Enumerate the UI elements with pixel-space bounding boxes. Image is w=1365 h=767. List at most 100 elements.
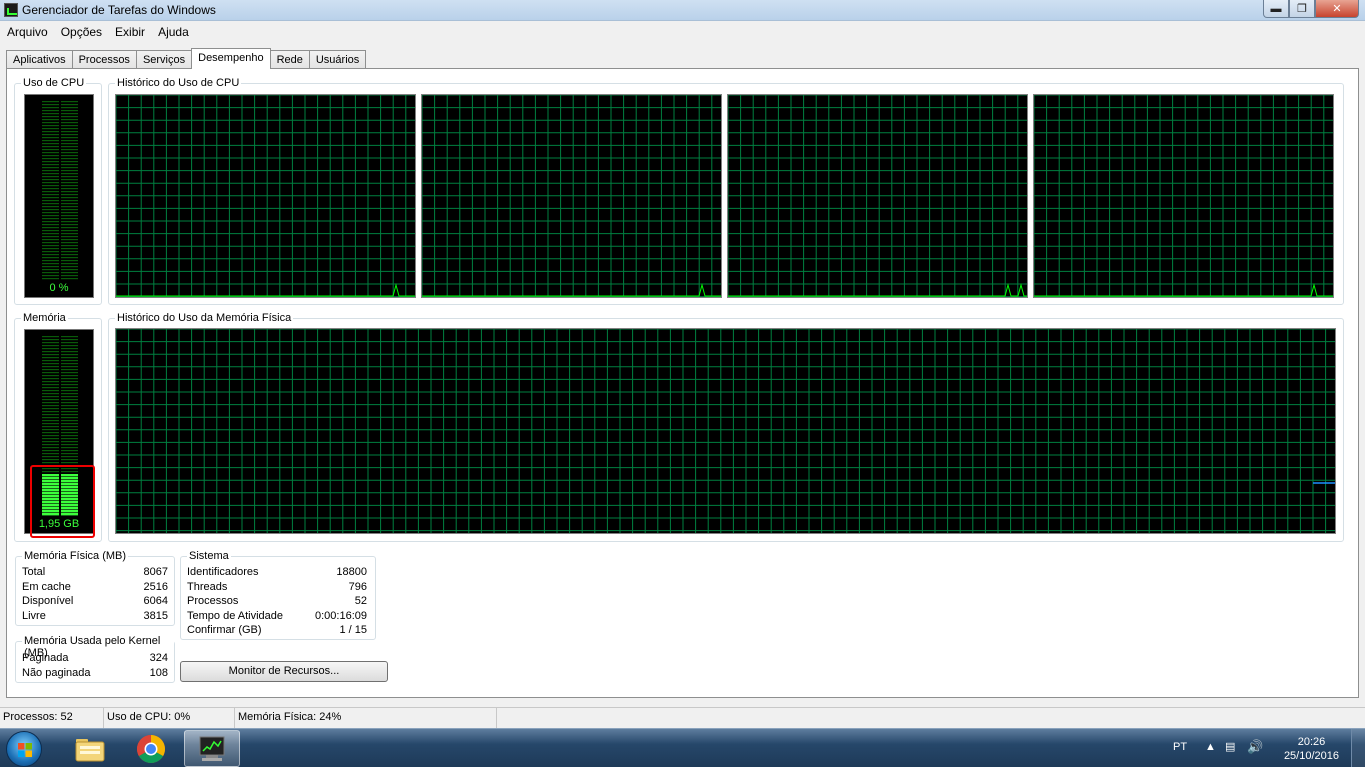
system-group: Sistema Identificadores 18800 Threads 796 … <box>180 550 376 640</box>
title-bar[interactable]: Gerenciador de Tarefas do Windows ▬ ❐ ✕ <box>0 0 1365 21</box>
menu-opcoes[interactable]: Opções <box>54 21 108 42</box>
meter-segment <box>42 233 59 235</box>
close-button[interactable]: ✕ <box>1315 0 1359 18</box>
meter-segment <box>61 393 78 395</box>
cpu-meter-bars <box>42 101 78 280</box>
stat-value: 3815 <box>143 609 168 622</box>
meter-segment <box>42 417 59 419</box>
language-indicator[interactable]: PT <box>1173 741 1187 753</box>
meter-segment <box>42 200 59 202</box>
meter-segment <box>61 149 78 151</box>
meter-segment <box>61 125 78 127</box>
meter-segment <box>61 146 78 148</box>
meter-segment <box>42 414 59 416</box>
cpu-meter-value: 0 % <box>49 282 69 294</box>
tab-usuarios[interactable]: Usuários <box>308 50 367 69</box>
tab-processos[interactable]: Processos <box>71 50 137 69</box>
meter-segment <box>61 339 78 341</box>
meter-segment <box>42 432 59 434</box>
meter-segment <box>42 372 59 374</box>
meter-segment <box>61 345 78 347</box>
network-icon[interactable]: ▤ <box>1225 740 1235 753</box>
stat-row-nao-paginada: Não paginada 108 <box>22 666 168 681</box>
meter-segment <box>61 170 78 172</box>
meter-segment <box>61 348 78 350</box>
meter-segment <box>42 155 59 157</box>
status-processes: Processos: 52 <box>0 708 104 728</box>
meter-segment <box>61 278 78 280</box>
tab-desempenho[interactable]: Desempenho <box>191 48 271 69</box>
stat-row-em-cache: Em cache 2516 <box>22 580 168 595</box>
meter-segment <box>61 233 78 235</box>
stat-name: Identificadores <box>187 566 259 578</box>
cpu-core-1-graph-svg <box>116 95 415 297</box>
meter-segment <box>42 245 59 247</box>
meter-segment <box>42 263 59 265</box>
meter-segment <box>61 342 78 344</box>
meter-segment <box>42 272 59 274</box>
meter-segment <box>61 215 78 217</box>
meter-segment <box>61 164 78 166</box>
meter-segment <box>42 375 59 377</box>
cpu-usage-line <box>422 283 721 297</box>
graph-grid <box>116 329 1335 533</box>
meter-segment <box>61 438 78 440</box>
close-icon: ✕ <box>1332 3 1342 15</box>
memory-history-graph-svg <box>116 329 1335 533</box>
volume-icon[interactable]: 🔊 <box>1247 739 1263 755</box>
meter-segment <box>42 429 59 431</box>
meter-segment <box>61 200 78 202</box>
taskbar-explorer-button[interactable] <box>62 730 118 767</box>
minimize-icon: ▬ <box>1270 2 1282 15</box>
chrome-icon <box>137 734 165 763</box>
meter-segment <box>61 447 78 449</box>
minimize-button[interactable]: ▬ <box>1263 0 1289 18</box>
meter-segment <box>42 140 59 142</box>
meter-segment <box>61 227 78 229</box>
show-desktop-button[interactable] <box>1351 729 1365 767</box>
meter-segment <box>61 236 78 238</box>
meter-segment <box>61 107 78 109</box>
show-hidden-icons-arrow-icon[interactable]: ▲ <box>1205 741 1216 753</box>
tab-servicos[interactable]: Serviços <box>135 50 193 69</box>
cpu-usage-line <box>728 283 1027 297</box>
meter-segment <box>61 405 78 407</box>
meter-segment <box>42 411 59 413</box>
memory-history-label: Histórico do Uso da Memória Física <box>115 312 294 324</box>
start-button[interactable] <box>6 731 42 767</box>
stat-name: Paginada <box>22 652 69 664</box>
meter-segment <box>61 119 78 121</box>
meter-segment <box>42 236 59 238</box>
meter-segment <box>61 176 78 178</box>
tab-rede[interactable]: Rede <box>269 50 310 69</box>
meter-segment <box>61 230 78 232</box>
cpu-core-2-graph-svg <box>422 95 721 297</box>
tab-aplicativos[interactable]: Aplicativos <box>6 50 73 69</box>
meter-segment <box>42 363 59 365</box>
stat-name: Processos <box>187 595 239 607</box>
taskbar-task-manager-button[interactable] <box>184 730 240 767</box>
menu-exibir[interactable]: Exibir <box>108 21 151 42</box>
taskbar-chrome-button[interactable] <box>123 730 179 767</box>
system-label: Sistema <box>187 550 231 562</box>
status-cpu: Uso de CPU: 0% <box>104 708 235 728</box>
meter-segment <box>42 203 59 205</box>
meter-segment <box>42 122 59 124</box>
graph-grid <box>728 95 1027 297</box>
maximize-button[interactable]: ❐ <box>1289 0 1315 18</box>
meter-segment <box>61 185 78 187</box>
meter-segment <box>61 444 78 446</box>
meter-segment <box>61 263 78 265</box>
stat-name: Total <box>22 566 46 578</box>
menu-ajuda[interactable]: Ajuda <box>151 21 195 42</box>
taskbar-clock[interactable]: 20:26 25/10/2016 <box>1284 735 1339 763</box>
restore-icon: ❐ <box>1297 3 1307 15</box>
task-manager-app-icon <box>4 3 18 17</box>
meter-segment <box>42 462 59 464</box>
meter-segment <box>61 450 78 452</box>
meter-segment <box>61 411 78 413</box>
resource-monitor-button[interactable]: Monitor de Recursos... <box>180 661 388 682</box>
meter-segment <box>61 417 78 419</box>
cpu-history-graph-core-1 <box>115 94 416 298</box>
menu-arquivo[interactable]: Arquivo <box>0 21 54 42</box>
